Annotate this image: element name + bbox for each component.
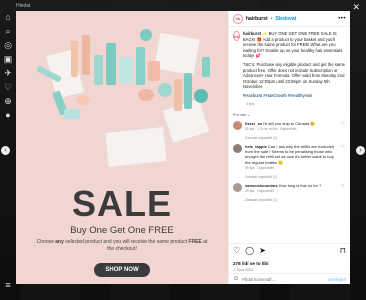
notifications-icon[interactable]: ♡ <box>3 82 13 92</box>
reels-icon[interactable]: ▣ <box>3 54 13 64</box>
comment: samcuckoumims How long is this on for ? … <box>233 182 346 194</box>
post-caption: hb hairburst ✨ BUY ONE GET ONE FREE SALE… <box>233 31 346 99</box>
comment-time: 39 týd. <box>245 165 256 170</box>
avatar[interactable]: hb <box>233 31 240 41</box>
add-comment-bar: ☺ Uveřejnit <box>229 273 350 284</box>
comment-time: 39 týd. <box>245 189 256 194</box>
product-jar <box>64 109 80 119</box>
more-options-icon[interactable]: ••• <box>338 16 346 22</box>
product-bottle <box>82 35 90 75</box>
product-bottle <box>71 41 78 77</box>
bookmark-icon[interactable]: ⊓ <box>340 247 346 255</box>
post-username[interactable]: hairburst <box>246 16 268 22</box>
gift-box <box>153 31 201 77</box>
avatar[interactable] <box>233 120 242 130</box>
product-bottle <box>174 79 182 111</box>
close-icon[interactable]: ✕ <box>352 3 360 12</box>
search-hint: Hledat <box>16 3 31 9</box>
profile-icon[interactable]: ● <box>3 110 13 120</box>
share-icon[interactable]: ➤ <box>259 247 266 255</box>
avatar[interactable] <box>233 182 242 192</box>
post-modal: SALE Buy One Get One FREE Choose any sel… <box>16 11 350 284</box>
product-jar <box>194 89 208 103</box>
caption-time: 4 týd. <box>246 101 255 106</box>
next-post-arrow-icon[interactable]: › <box>356 146 365 155</box>
avatar[interactable]: hb <box>233 13 243 24</box>
reply-link[interactable]: Odpovědět <box>257 166 274 170</box>
create-icon[interactable]: ⊕ <box>3 96 13 106</box>
like-icon[interactable]: ♡ <box>233 247 240 255</box>
caption-line: T&C's: Purchase any eligible product and… <box>242 61 345 90</box>
caption-text: hairburst ✨ BUY ONE GET ONE FREE SALE IS… <box>243 31 346 99</box>
post-header: hb hairburst • Sledovat ••• <box>229 11 350 27</box>
comment: fizzer_xo Hi will you ship to Canada 😢 3… <box>233 120 346 132</box>
comment-time: 39 týd. <box>245 126 256 131</box>
separator-dot: • <box>270 15 273 22</box>
post-date: 2. října 2023 <box>233 268 253 272</box>
comment-text: How long is this on for ? <box>278 182 322 188</box>
home-icon[interactable]: ⌂ <box>3 12 13 22</box>
shop-now-button[interactable]: SHOP NOW <box>94 263 150 277</box>
view-replies-link[interactable]: Zobrazit odpovědi (1) <box>245 136 346 140</box>
product-jar <box>76 95 90 105</box>
hashtags[interactable]: #Hairburst #HairGrowth #HealthyHair <box>243 93 346 99</box>
comment-username[interactable]: fizzer_xo <box>245 121 262 126</box>
offer-copy: Choose any selected product and you will… <box>36 239 208 252</box>
product-jar <box>140 29 152 41</box>
explore-icon[interactable]: ◎ <box>3 40 13 50</box>
comment-icon[interactable]: ◯ <box>245 247 254 255</box>
product-jar <box>138 89 154 101</box>
like-comment-icon[interactable]: ♡ <box>341 144 346 171</box>
messages-icon[interactable]: ✈ <box>3 68 13 78</box>
post-sidebar: hb hairburst • Sledovat ••• hb hairburst… <box>228 11 350 284</box>
post-comment-button[interactable]: Uveřejnit <box>328 277 346 282</box>
comment-input[interactable] <box>242 276 326 282</box>
emoji-icon[interactable]: ☺ <box>233 276 239 282</box>
menu-icon[interactable]: ≡ <box>3 280 13 290</box>
post-actions-bar: ♡ ◯ ➤ ⊓ <box>229 243 350 258</box>
comment-text: Hi will you ship to Canada 😢 <box>263 120 316 126</box>
product-bottle <box>136 47 145 85</box>
comment: hels_lapple Can I ask why the refills ar… <box>233 143 346 171</box>
product-bottle <box>184 73 192 109</box>
sale-headline: SALE <box>71 183 172 224</box>
search-icon[interactable]: ⌕ <box>3 26 13 36</box>
follow-button[interactable]: Sledovat <box>275 16 296 22</box>
reply-link[interactable]: Odpovědět <box>280 127 297 131</box>
comment-username[interactable]: samcuckoumims <box>245 183 277 188</box>
prev-post-arrow-icon[interactable]: ‹ <box>1 146 10 155</box>
likes-count[interactable]: 278 lidí se to líbí <box>233 261 269 266</box>
product-bottle <box>202 57 210 77</box>
product-bottle <box>106 43 116 85</box>
offer-text: Buy One Get One FREE <box>70 225 174 236</box>
like-comment-icon[interactable]: ♡ <box>341 183 346 194</box>
like-comment-icon[interactable]: ♡ <box>341 121 346 132</box>
view-replies-link[interactable]: Zobrazit odpovědi (1) <box>245 198 346 202</box>
product-jar <box>119 57 133 83</box>
comment-likes: 1 To se mi líbí <box>257 126 278 131</box>
product-jar <box>158 83 172 97</box>
comments-filter[interactable]: Pro vás ⌄ <box>233 112 346 117</box>
view-replies-link[interactable]: Zobrazit odpovědi (1) <box>245 175 346 179</box>
gift-box <box>104 125 168 169</box>
product-bottle <box>94 55 103 85</box>
reply-link[interactable]: Odpovědět <box>257 189 274 193</box>
avatar[interactable] <box>233 143 242 153</box>
comments-scroll-area[interactable]: hb hairburst ✨ BUY ONE GET ONE FREE SALE… <box>229 27 350 243</box>
caption-username[interactable]: hairburst <box>243 31 261 36</box>
product-jar <box>148 61 160 81</box>
post-image: SALE Buy One Get One FREE Choose any sel… <box>16 11 228 284</box>
